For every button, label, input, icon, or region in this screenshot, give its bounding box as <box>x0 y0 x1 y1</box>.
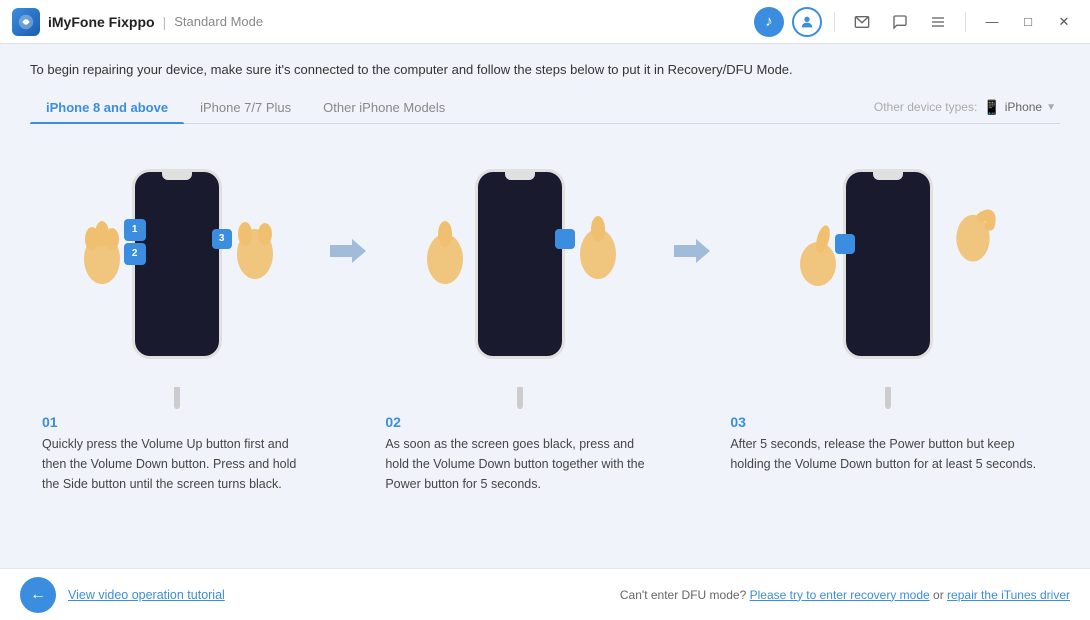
phone-icon: 📱 <box>983 99 1000 116</box>
app-logo <box>12 8 40 36</box>
titlebar-actions: ♪ — □ ✕ <box>754 7 1078 37</box>
step-2-text: 02 As soon as the screen goes black, pre… <box>373 404 666 504</box>
phone-notch-2 <box>505 172 535 180</box>
dfu-question-text: Can't enter DFU mode? <box>620 588 746 602</box>
phone-body-2 <box>475 169 565 359</box>
itunes-driver-link[interactable]: repair the iTunes driver <box>947 588 1070 602</box>
arrow-2 <box>667 144 717 263</box>
maximize-button[interactable]: □ <box>1014 8 1042 36</box>
phone-cable-2 <box>517 387 523 409</box>
left-hand-2-icon <box>420 219 470 289</box>
step-2-col: 02 As soon as the screen goes black, pre… <box>373 144 666 504</box>
step-2-desc: As soon as the screen goes black, press … <box>385 434 654 494</box>
phone-body-1 <box>132 169 222 359</box>
right-hand-icon <box>230 214 280 284</box>
user-icon-btn[interactable] <box>792 7 822 37</box>
chat-icon-btn[interactable] <box>885 7 915 37</box>
close-button[interactable]: ✕ <box>1050 8 1078 36</box>
step-1-phone: 1 2 3 <box>112 159 242 389</box>
music-icon-btn[interactable]: ♪ <box>754 7 784 37</box>
main-content: To begin repairing your device, make sur… <box>0 44 1090 568</box>
step-2-image <box>455 144 585 404</box>
chat-icon <box>892 14 908 30</box>
step-3-wrapper: 03 After 5 seconds, release the Power bu… <box>717 144 1060 484</box>
back-arrow-icon: ← <box>30 586 46 604</box>
app-mode: Standard Mode <box>174 14 263 29</box>
footer-right: Can't enter DFU mode? Please try to ente… <box>620 588 1070 602</box>
tab-iphone77[interactable]: iPhone 7/7 Plus <box>184 92 307 123</box>
phone-cable-3 <box>885 387 891 409</box>
other-device-selector[interactable]: Other device types: 📱 iPhone ▼ <box>874 99 1060 116</box>
title-separator: | <box>163 14 167 30</box>
app-title: iMyFone Fixppo <box>48 14 155 30</box>
step-1-wrapper: 1 2 3 01 <box>30 144 373 504</box>
footer: ← View video operation tutorial Can't en… <box>0 568 1090 620</box>
titlebar: iMyFone Fixppo | Standard Mode ♪ <box>0 0 1090 44</box>
other-device-label: Other device types: <box>874 100 977 114</box>
tab-iphone8[interactable]: iPhone 8 and above <box>30 92 184 123</box>
chevron-down-icon: ▼ <box>1046 102 1056 113</box>
phone-notch-3 <box>873 172 903 180</box>
instruction-banner: To begin repairing your device, make sur… <box>30 44 1060 92</box>
tab-other-iphone[interactable]: Other iPhone Models <box>307 92 461 123</box>
step-1-col: 1 2 3 01 <box>30 144 323 504</box>
step-2-number: 02 <box>385 414 654 430</box>
step-1-image: 1 2 3 <box>112 144 242 404</box>
tabs-row: iPhone 8 and above iPhone 7/7 Plus Other… <box>30 92 1060 124</box>
recovery-mode-link[interactable]: Please try to enter recovery mode <box>750 588 930 602</box>
phone-cable-1 <box>174 387 180 409</box>
power-button-indicator <box>555 229 575 249</box>
arrow-right-icon-1 <box>330 239 366 263</box>
step-1-number: 01 <box>42 414 311 430</box>
step-3-number: 03 <box>730 414 1046 430</box>
user-icon <box>799 14 815 30</box>
right-hand-2-icon <box>573 214 623 284</box>
tutorial-link[interactable]: View video operation tutorial <box>68 588 225 602</box>
left-hand-icon <box>77 219 127 289</box>
volume-down-indicator: 2 <box>124 243 146 265</box>
phone-notch-1 <box>162 172 192 180</box>
footer-or-text: or <box>933 588 947 602</box>
divider-2 <box>965 12 966 32</box>
menu-icon-btn[interactable] <box>923 7 953 37</box>
divider-1 <box>834 12 835 32</box>
music-icon: ♪ <box>765 13 773 30</box>
mail-icon-btn[interactable] <box>847 7 877 37</box>
left-hand-3-icon <box>793 219 843 289</box>
other-device-dropdown[interactable]: 📱 iPhone ▼ <box>983 99 1056 116</box>
step-3-phone <box>823 159 953 389</box>
step-3-text: 03 After 5 seconds, release the Power bu… <box>718 404 1058 484</box>
step-2-wrapper: 02 As soon as the screen goes black, pre… <box>373 144 716 504</box>
step-1-text: 01 Quickly press the Volume Up button fi… <box>30 404 323 504</box>
phone-body-3 <box>843 169 933 359</box>
steps-container: 1 2 3 01 <box>30 134 1060 569</box>
step-3-col: 03 After 5 seconds, release the Power bu… <box>717 144 1060 484</box>
mail-icon <box>854 14 870 30</box>
menu-icon <box>930 14 946 30</box>
step-3-image <box>823 144 953 404</box>
step-1-desc: Quickly press the Volume Up button first… <box>42 434 311 494</box>
minimize-button[interactable]: — <box>978 8 1006 36</box>
volume-up-indicator: 1 <box>124 219 146 241</box>
side-button-indicator: 3 <box>212 229 232 249</box>
other-device-value: iPhone <box>1005 100 1042 114</box>
back-button[interactable]: ← <box>20 577 56 613</box>
step-3-desc: After 5 seconds, release the Power butto… <box>730 434 1046 474</box>
vol-down-hold-indicator <box>835 234 855 254</box>
arrow-right-icon-2 <box>674 239 710 263</box>
step-2-phone <box>455 159 585 389</box>
right-hand-3-icon <box>948 199 998 269</box>
instruction-text: To begin repairing your device, make sur… <box>30 62 793 77</box>
arrow-1 <box>323 144 373 263</box>
